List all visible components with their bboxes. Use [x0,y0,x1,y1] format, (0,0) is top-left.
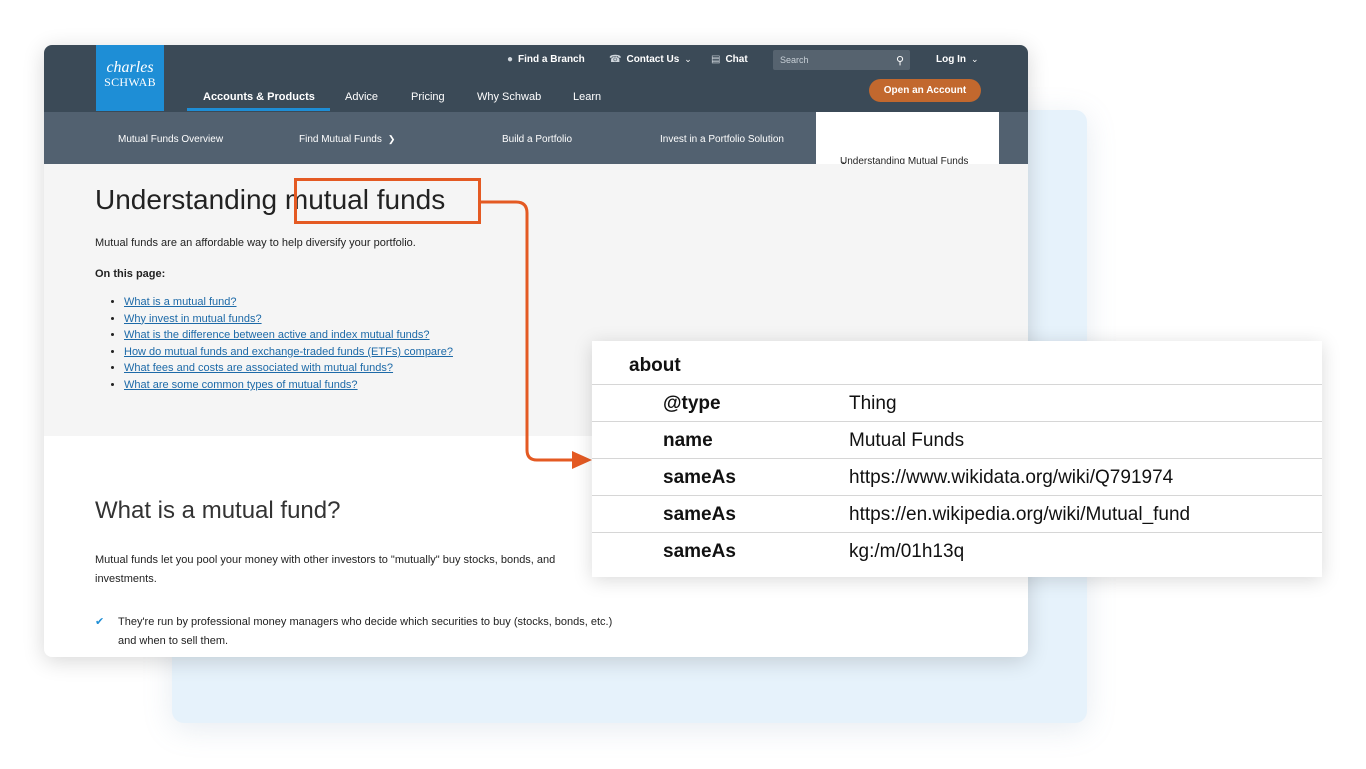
divider [592,532,1322,533]
divider [592,421,1322,422]
schema-key: name [663,430,713,451]
schema-value: kg:/m/01h13q [849,541,965,562]
divider [592,384,1322,385]
schema-heading: about [629,355,681,376]
divider [592,495,1322,496]
schema-key: sameAs [663,467,736,488]
schema-value: Thing [849,393,897,414]
schema-key: sameAs [663,504,736,525]
divider [592,458,1322,459]
schema-key: sameAs [663,541,736,562]
schema-table: about @type Thing name Mutual Funds same… [592,341,1322,577]
schema-value: https://www.wikidata.org/wiki/Q791974 [849,467,1174,488]
schema-value: https://en.wikipedia.org/wiki/Mutual_fun… [849,504,1191,525]
schema-key: @type [663,393,721,414]
schema-value: Mutual Funds [849,430,965,451]
